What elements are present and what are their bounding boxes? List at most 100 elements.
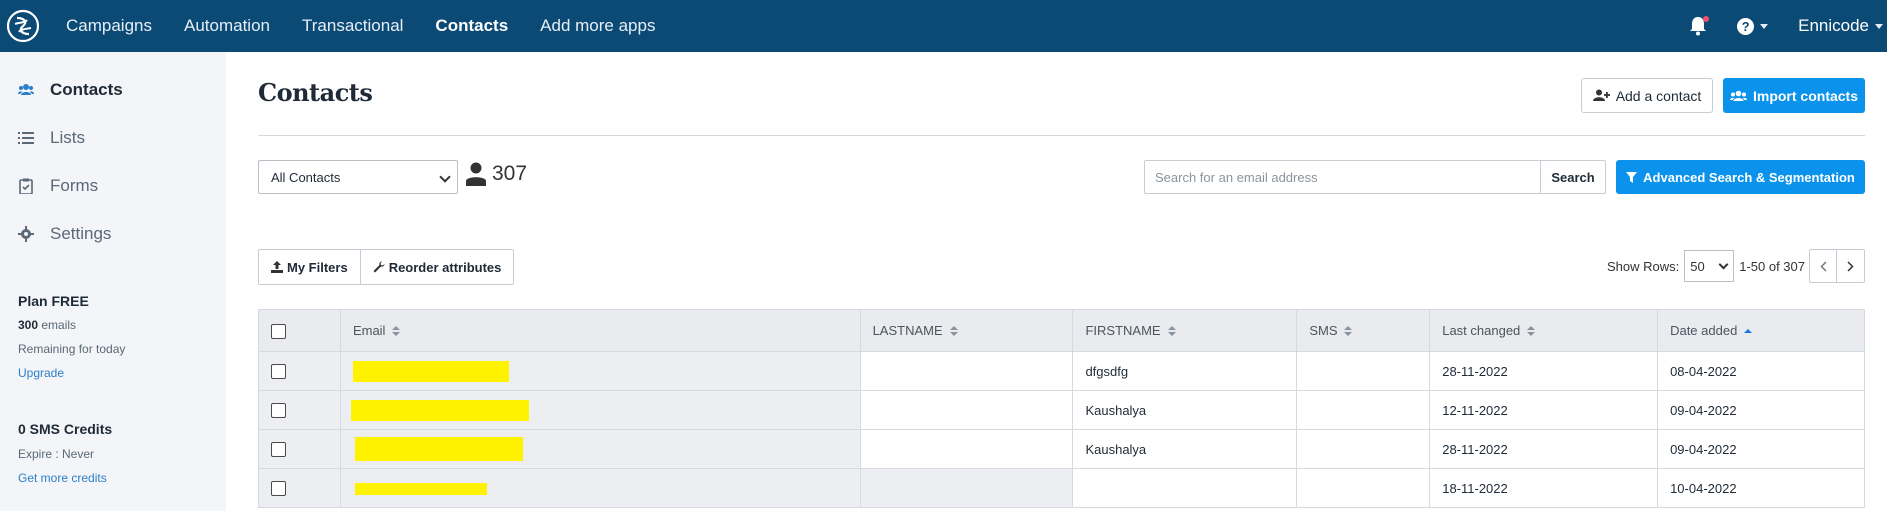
show-rows-label: Show Rows: [1606,258,1680,274]
get-more-credits-link[interactable]: Get more credits [18,471,107,485]
sms-cell [1296,429,1431,469]
sidebar-item-settings[interactable]: Settings [18,224,111,244]
brand-logo-icon[interactable] [6,9,40,43]
sort-icon [949,326,958,337]
row-checkbox[interactable] [271,442,286,458]
user-menu[interactable]: Ennicode [1798,16,1883,36]
header-divider [258,135,1865,136]
rows-per-page-value: 50 [1690,258,1705,274]
column-header-label: Last changed [1442,323,1521,338]
row-select-cell [258,468,341,508]
firstname-cell [1072,468,1298,508]
contacts-filter-select[interactable]: All Contacts [258,160,458,194]
sort-icon [1527,326,1536,337]
nav-add-more-apps[interactable]: Add more apps [540,16,655,36]
chevron-down-icon [1718,259,1729,270]
sidebar-item-lists[interactable]: Lists [18,128,85,148]
chevron-down-icon [1760,23,1769,29]
advanced-search-button[interactable]: Advanced Search & Segmentation [1616,160,1865,194]
sidebar-item-label: Lists [50,128,85,147]
row-select-cell [258,429,341,469]
lastname-cell [859,429,1074,469]
lastname-cell [859,468,1074,508]
pagination: Show Rows: 50 1-50 of 307 [1607,249,1865,283]
row-checkbox[interactable] [271,481,286,497]
column-header-date-added[interactable]: Date added [1657,309,1865,352]
email-cell[interactable] [339,351,861,391]
sort-icon [392,326,401,337]
date-added-cell: 09-04-2022 [1657,390,1865,430]
plan-emails-count: 300 [18,318,39,332]
wrench-icon [373,261,385,273]
previous-page-button[interactable] [1809,249,1837,283]
table-header-row: Email LASTNAME FIRSTNAME SMS Last change… [258,309,1865,352]
email-search-input[interactable]: Search for an email address [1144,160,1540,194]
table-row[interactable]: Kaushalya 12-11-2022 09-04-2022 [258,390,1865,430]
user-name: Ennicode [1798,16,1869,35]
column-header-last-changed[interactable]: Last changed [1429,309,1659,352]
contacts-filter-value: All Contacts [271,169,341,185]
email-cell[interactable] [339,468,861,508]
next-page-button[interactable] [1837,249,1865,283]
page-title: Contacts [258,78,373,107]
table-row[interactable]: Kaushalya 28-11-2022 09-04-2022 [258,429,1865,469]
email-cell[interactable] [339,429,861,469]
upgrade-link[interactable]: Upgrade [18,366,64,380]
notification-dot [1703,16,1710,22]
import-contacts-label: Import contacts [1752,87,1858,104]
redacted-email [350,399,529,421]
rows-per-page-select[interactable]: 50 [1684,250,1735,282]
row-checkbox[interactable] [271,403,286,419]
sms-expire: Expire : Never [18,447,95,461]
help-menu[interactable]: ? [1737,17,1769,35]
nav-automation[interactable]: Automation [184,16,270,36]
main-nav: Campaigns Automation Transactional Conta… [66,0,687,52]
reorder-attributes-label: Reorder attributes [388,259,502,275]
column-header-email[interactable]: Email [339,309,861,352]
column-header-sms[interactable]: SMS [1296,309,1431,352]
nav-transactional[interactable]: Transactional [302,16,403,36]
sort-ascending-icon [1744,326,1753,337]
user-icon [466,162,486,186]
column-header-label: Date added [1670,323,1738,338]
top-right-controls: ? Ennicode [1689,0,1887,52]
table-row[interactable]: dfgsdfg 28-11-2022 08-04-2022 [258,351,1865,391]
notifications-bell-icon[interactable] [1689,16,1710,36]
sort-icon [1167,326,1176,337]
select-all-checkbox[interactable] [271,323,286,339]
chevron-left-icon [1819,260,1827,272]
last-changed-cell: 12-11-2022 [1429,390,1659,430]
reorder-attributes-button[interactable]: Reorder attributes [359,250,514,284]
list-icon [18,132,34,144]
my-filters-button[interactable]: My Filters [259,250,360,284]
plan-title: Plan FREE [18,293,89,309]
row-checkbox[interactable] [271,364,286,380]
firstname-cell: dfgsdfg [1072,351,1298,391]
search-button[interactable]: Search [1540,160,1606,194]
email-cell[interactable] [339,390,861,430]
sort-icon [1344,326,1353,337]
top-navigation-bar: Campaigns Automation Transactional Conta… [0,0,1887,52]
column-header-lastname[interactable]: LASTNAME [859,309,1074,352]
nav-campaigns[interactable]: Campaigns [66,16,152,36]
column-header-firstname[interactable]: FIRSTNAME [1072,309,1298,352]
row-select-cell [258,351,341,391]
select-all-cell [258,309,341,352]
redacted-email [354,437,523,461]
lastname-cell [859,351,1074,391]
redacted-email [352,360,509,382]
table-row[interactable]: 18-11-2022 10-04-2022 [258,468,1865,508]
add-contact-button[interactable]: Add a contact [1581,78,1713,113]
sidebar-item-forms[interactable]: Forms [18,176,98,196]
import-contacts-button[interactable]: Import contacts [1723,78,1865,113]
advanced-search-label: Advanced Search & Segmentation [1643,169,1855,185]
plan-remaining: Remaining for today [18,342,126,356]
nav-contacts[interactable]: Contacts [435,16,508,36]
sidebar-item-label: Settings [50,224,112,243]
email-search-placeholder: Search for an email address [1155,169,1318,185]
sidebar: Contacts Lists Forms Settings Plan FREE … [0,52,226,511]
sidebar-item-contacts[interactable]: Contacts [18,80,123,100]
users-icon [1729,90,1747,101]
contacts-table: Email LASTNAME FIRSTNAME SMS Last change… [258,309,1865,508]
sidebar-item-label: Forms [50,176,99,195]
